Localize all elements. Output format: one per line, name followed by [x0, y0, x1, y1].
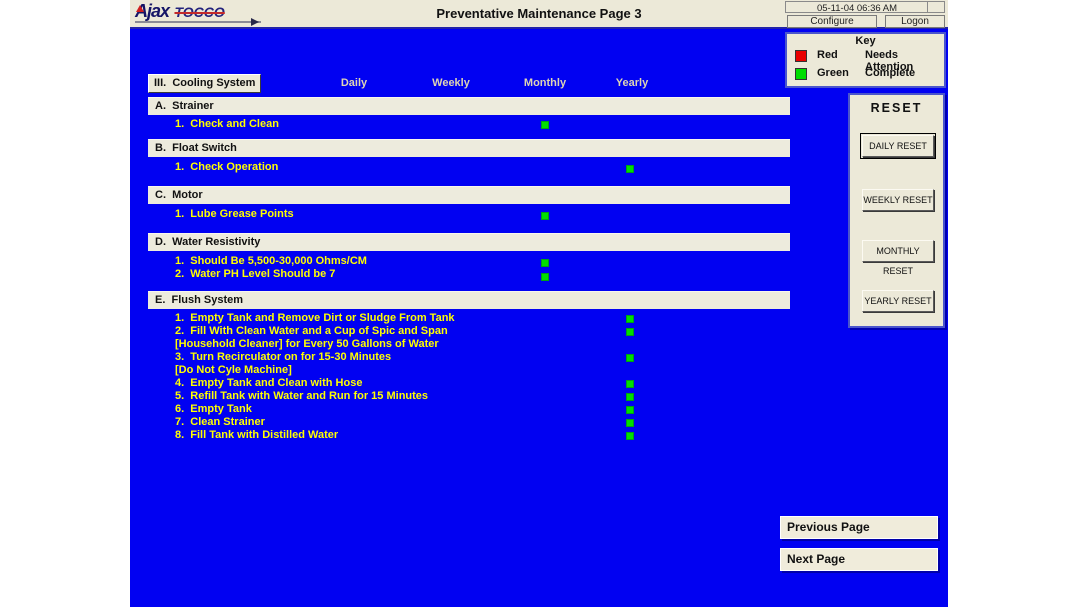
datetime-text: 05-11-04 06:36 AM [786, 3, 928, 14]
red-status-icon [795, 50, 807, 62]
column-header-daily: Daily [341, 77, 367, 89]
complete-indicator [541, 121, 549, 129]
column-header-yearly: Yearly [616, 77, 648, 89]
complete-indicator [626, 419, 634, 427]
complete-indicator [626, 432, 634, 440]
maintenance-item: 1. Empty Tank and Remove Dirt or Sludge … [175, 312, 455, 324]
complete-indicator [626, 354, 634, 362]
maintenance-item: 5. Refill Tank with Water and Run for 15… [175, 390, 428, 402]
complete-indicator [541, 212, 549, 220]
column-header-weekly: Weekly [432, 77, 470, 89]
title-bar: Ajax TOCCO Preventative Maintenance Page… [130, 0, 948, 29]
section-bar-water-resistivity: D. Water Resistivity [148, 233, 790, 251]
monthly-reset-button[interactable]: MONTHLY RESET [862, 240, 934, 262]
section-bar-strainer: A. Strainer [148, 97, 790, 115]
configure-button[interactable]: Configure [787, 15, 877, 28]
green-status-icon [795, 68, 807, 80]
key-row-green: Green Complete [795, 67, 938, 80]
complete-indicator [626, 406, 634, 414]
maintenance-item: 1. Check Operation [175, 161, 278, 173]
maintenance-item: 4. Empty Tank and Clean with Hose [175, 377, 362, 389]
complete-indicator [626, 165, 634, 173]
yearly-reset-button[interactable]: YEARLY RESET [862, 290, 934, 312]
maintenance-item: 7. Clean Strainer [175, 416, 265, 428]
key-row-red: Red Needs Attention [795, 49, 938, 62]
complete-indicator [626, 393, 634, 401]
maintenance-item-note: [Do Not Cyle Machine] [175, 364, 292, 376]
hmi-window: Ajax TOCCO Preventative Maintenance Page… [130, 0, 948, 607]
previous-page-button[interactable]: Previous Page [780, 516, 938, 539]
maintenance-item: 6. Empty Tank [175, 403, 252, 415]
complete-indicator [626, 315, 634, 323]
maintenance-item: 1. Lube Grease Points [175, 208, 294, 220]
system-header-box: III. Cooling System [148, 74, 261, 93]
section-bar-motor: C. Motor [148, 186, 790, 204]
maintenance-item-note: [Household Cleaner] for Every 50 Gallons… [175, 338, 439, 350]
maintenance-item: 1. Should Be 5,500-30,000 Ohms/CM [175, 255, 367, 267]
key-green-meaning: Complete [865, 67, 915, 79]
key-green-label: Green [817, 67, 849, 79]
key-red-label: Red [817, 49, 838, 61]
column-header-monthly: Monthly [524, 77, 566, 89]
key-legend-panel: Key Red Needs Attention Green Complete [785, 32, 946, 88]
datetime-display: 05-11-04 06:36 AM [785, 1, 945, 13]
complete-indicator [541, 259, 549, 267]
reset-panel-title: RESET [850, 101, 943, 115]
complete-indicator [541, 273, 549, 281]
weekly-reset-button[interactable]: WEEKLY RESET [862, 189, 934, 211]
section-bar-flush-system: E. Flush System [148, 291, 790, 309]
complete-indicator [626, 380, 634, 388]
daily-reset-button[interactable]: DAILY RESET [862, 135, 934, 157]
reset-panel: RESET DAILY RESET WEEKLY RESET MONTHLY R… [848, 93, 945, 328]
maintenance-item: 2. Fill With Clean Water and a Cup of Sp… [175, 325, 448, 337]
maintenance-item: 1. Check and Clean [175, 118, 279, 130]
maintenance-item: 3. Turn Recirculator on for 15-30 Minute… [175, 351, 391, 363]
maintenance-item: 8. Fill Tank with Distilled Water [175, 429, 338, 441]
maintenance-item: 2. Water PH Level Should be 7 [175, 268, 335, 280]
screen-canvas: Ajax TOCCO Preventative Maintenance Page… [0, 0, 1080, 607]
datetime-divider [927, 2, 928, 12]
section-bar-float-switch: B. Float Switch [148, 139, 790, 157]
complete-indicator [626, 328, 634, 336]
next-page-button[interactable]: Next Page [780, 548, 938, 571]
logon-button[interactable]: Logon [885, 15, 945, 28]
key-title: Key [787, 35, 944, 47]
